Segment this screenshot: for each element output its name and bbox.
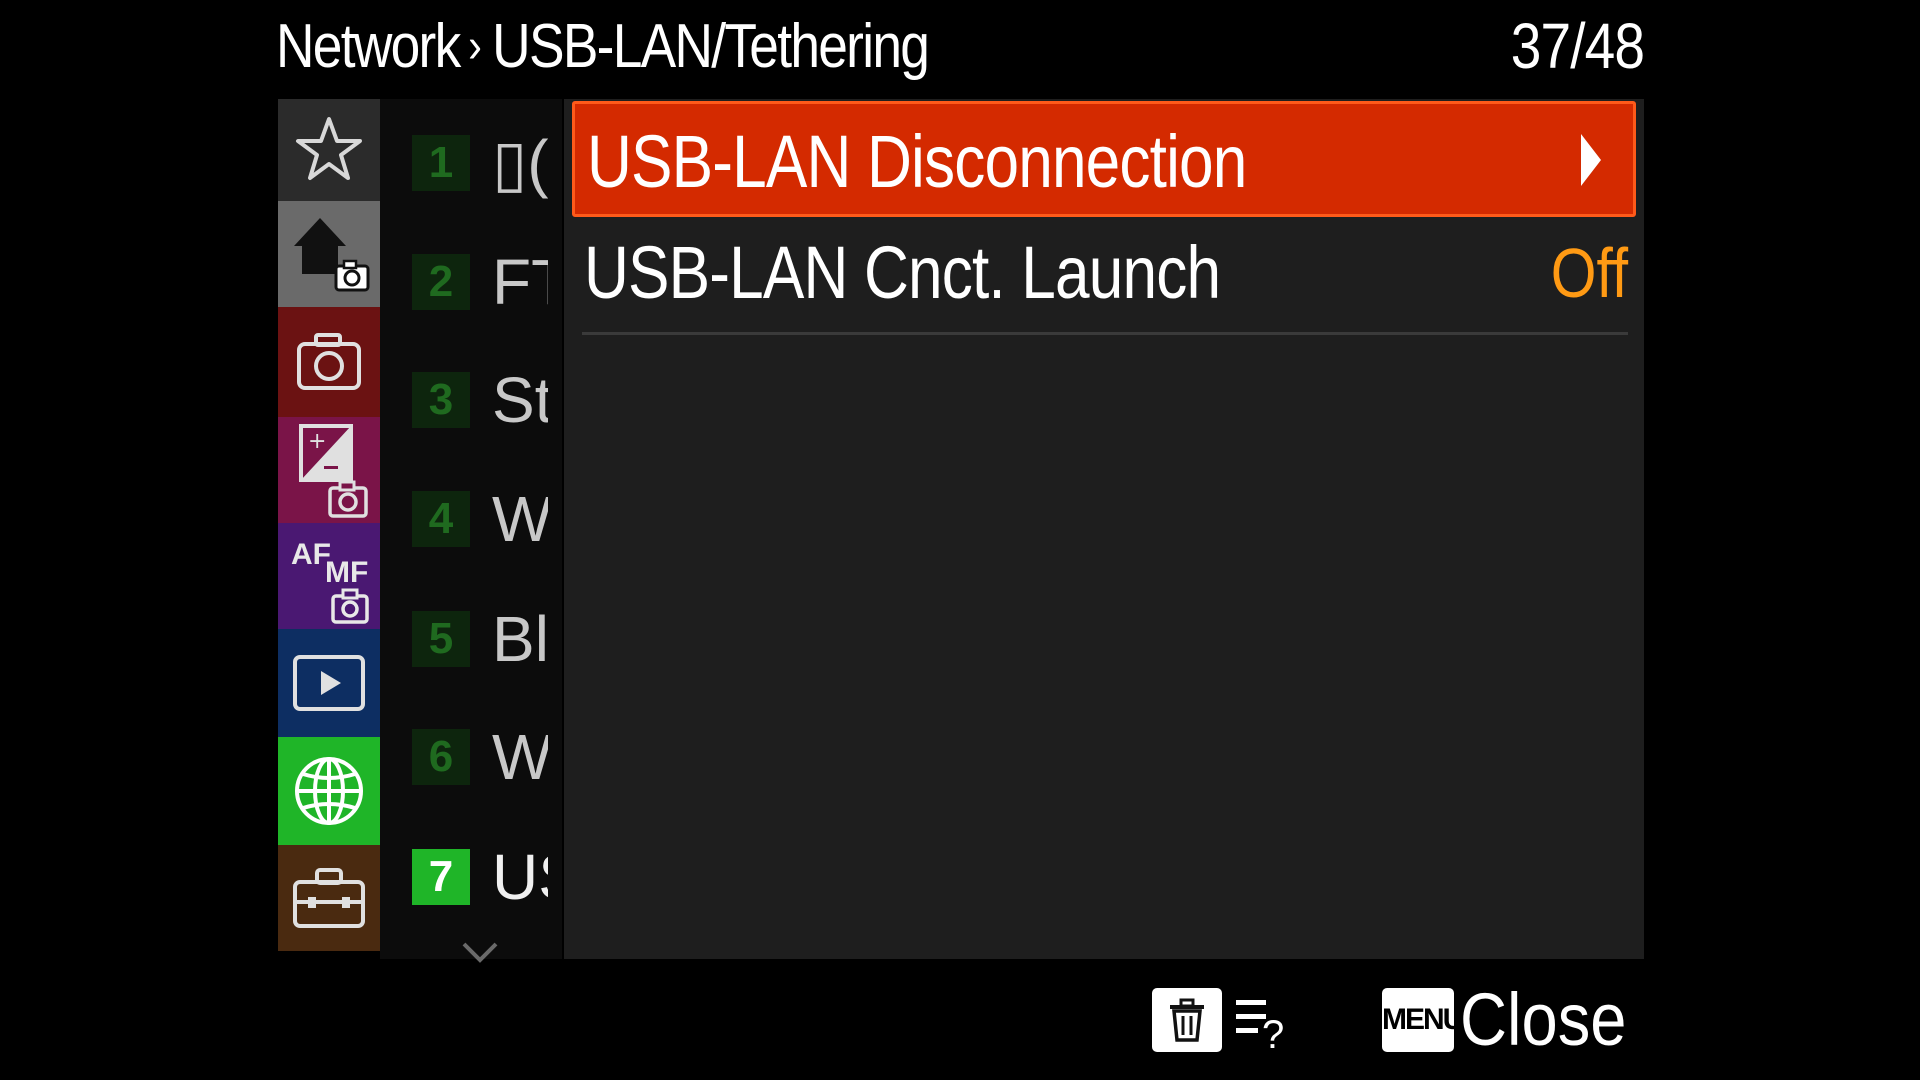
category-network[interactable] bbox=[278, 737, 380, 845]
category-exposure[interactable]: + bbox=[278, 417, 380, 523]
menu-item-value: Off bbox=[1550, 234, 1628, 312]
page-title-preview: US bbox=[492, 841, 548, 913]
menu-button-badge[interactable]: MENU bbox=[1382, 988, 1464, 1052]
page-item-4[interactable]: 4 W bbox=[380, 479, 562, 559]
svg-text:?: ? bbox=[1262, 1013, 1284, 1054]
play-icon bbox=[293, 655, 365, 711]
delete-button[interactable] bbox=[1152, 988, 1222, 1052]
page-item-7[interactable]: 7 US bbox=[380, 837, 562, 917]
camera-icon bbox=[297, 333, 361, 390]
page-number: 5 bbox=[412, 611, 470, 667]
footer: ? MENU Close bbox=[0, 960, 1920, 1080]
toolbox-icon bbox=[293, 868, 365, 928]
menu-panel: USB-LAN Disconnection USB-LAN Cnct. Laun… bbox=[564, 99, 1644, 959]
menu-item-label: USB-LAN Cnct. Launch bbox=[584, 231, 1221, 314]
page-item-5[interactable]: 5 Bl bbox=[380, 599, 562, 679]
page-number: 7 bbox=[412, 849, 470, 905]
page-number: 3 bbox=[412, 372, 470, 428]
home-camera-icon bbox=[294, 218, 370, 292]
page-title-preview: FT bbox=[492, 246, 548, 318]
menu-item-usb-lan-disconnection[interactable]: USB-LAN Disconnection bbox=[572, 101, 1636, 217]
page-number: 6 bbox=[412, 729, 470, 785]
category-strip: + AF MF bbox=[278, 99, 380, 959]
af-mf-camera-icon: AF MF bbox=[291, 538, 369, 624]
category-playback[interactable] bbox=[278, 629, 380, 737]
page-title-preview: ▯( bbox=[492, 127, 548, 199]
breadcrumb-parent[interactable]: Network bbox=[276, 11, 461, 82]
page-title-preview: W bbox=[492, 721, 548, 793]
category-focus[interactable]: AF MF bbox=[278, 523, 380, 629]
header: Network › USB-LAN/Tethering 37/48 bbox=[0, 0, 1920, 95]
page-item-1[interactable]: 1 ▯( bbox=[380, 123, 562, 203]
exposure-camera-icon: + bbox=[299, 424, 368, 518]
page-title-preview: W bbox=[492, 483, 548, 555]
page-number: 1 bbox=[412, 135, 470, 191]
category-shooting[interactable] bbox=[278, 307, 380, 417]
page-list: 1 ▯( 2 FT 3 St 4 W 5 Bl 6 W 7 US bbox=[380, 99, 562, 959]
chevron-right-icon bbox=[1581, 134, 1601, 186]
svg-text:+: + bbox=[308, 429, 326, 454]
page-title-preview: Bl bbox=[492, 603, 548, 675]
trash-icon bbox=[1170, 998, 1204, 1042]
star-icon bbox=[296, 117, 362, 180]
breadcrumb: Network › USB-LAN/Tethering bbox=[276, 6, 930, 86]
breadcrumb-separator: › bbox=[468, 19, 482, 73]
category-my-menu[interactable] bbox=[278, 99, 380, 201]
close-label[interactable]: Close bbox=[1460, 978, 1626, 1062]
svg-text:MF: MF bbox=[325, 556, 368, 589]
page-item-6[interactable]: 6 W bbox=[380, 717, 562, 797]
menu-help-icon[interactable]: ? bbox=[1232, 990, 1292, 1054]
globe-icon bbox=[295, 757, 363, 825]
page-item-2[interactable]: 2 FT bbox=[380, 242, 562, 322]
breadcrumb-current: USB-LAN/Tethering bbox=[492, 11, 930, 81]
category-main[interactable] bbox=[278, 201, 380, 307]
menu-item-usb-lan-cnct-launch[interactable]: USB-LAN Cnct. Launch Off bbox=[572, 215, 1636, 331]
menu-item-label: USB-LAN Disconnection bbox=[587, 120, 1247, 203]
page-number: 4 bbox=[412, 491, 470, 547]
divider bbox=[582, 332, 1628, 335]
page-number: 2 bbox=[412, 254, 470, 310]
page-title-preview: St bbox=[492, 364, 548, 436]
page-item-3[interactable]: 3 St bbox=[380, 360, 562, 440]
category-setup[interactable] bbox=[278, 845, 380, 951]
page-counter: 37/48 bbox=[1510, 10, 1645, 82]
